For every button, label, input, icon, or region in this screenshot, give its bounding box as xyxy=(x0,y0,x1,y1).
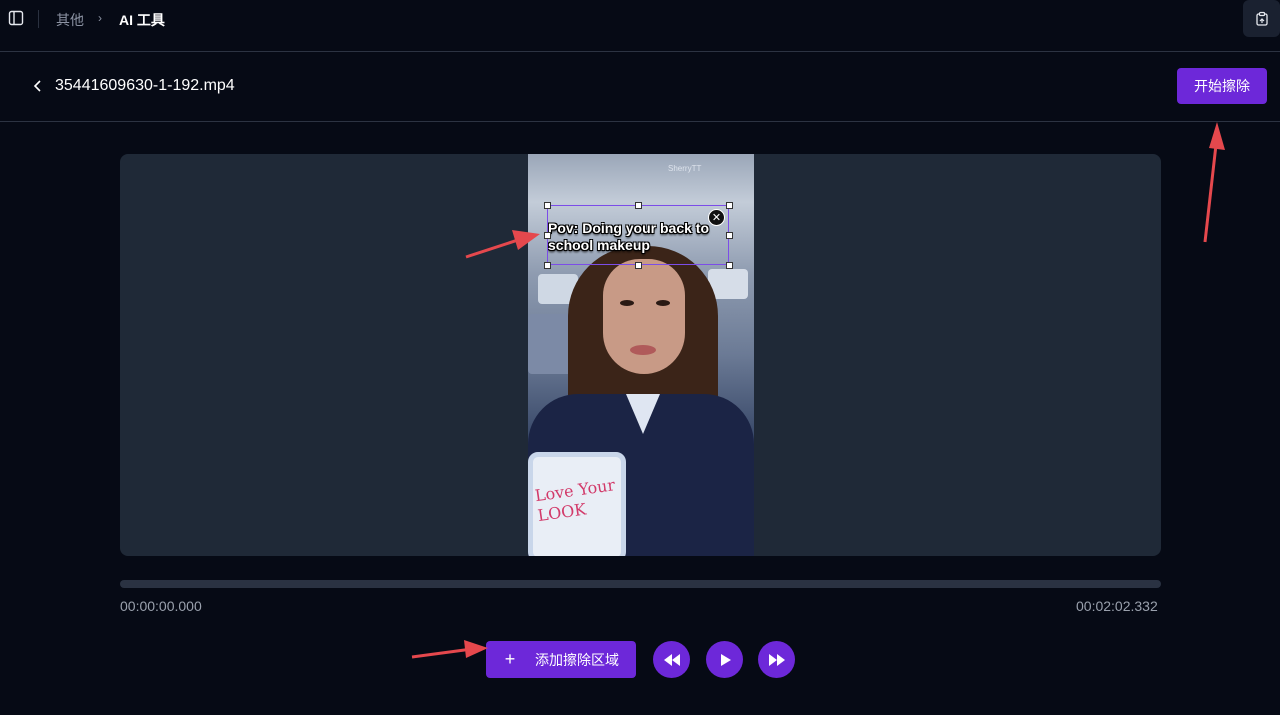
current-time: 00:00:00.000 xyxy=(120,598,202,614)
fast-forward-button[interactable] xyxy=(758,641,795,678)
breadcrumb-parent[interactable]: 其他 xyxy=(56,10,84,30)
add-erase-region-button[interactable]: + 添加擦除区域 xyxy=(486,641,636,678)
annotation-arrow xyxy=(1203,122,1225,243)
file-name: 35441609630-1-192.mp4 xyxy=(55,77,235,94)
person-eye xyxy=(620,300,634,306)
video-watermark: SherryTT xyxy=(668,164,702,173)
clipboard-icon xyxy=(1255,11,1268,26)
resize-handle[interactable] xyxy=(635,262,642,269)
divider xyxy=(0,121,1280,122)
nav-divider xyxy=(38,10,39,28)
play-icon xyxy=(720,653,731,666)
rewind-icon xyxy=(663,653,680,666)
annotation-arrow xyxy=(411,640,488,659)
plus-icon: + xyxy=(504,649,516,669)
annotation-arrow xyxy=(465,230,540,259)
resize-handle[interactable] xyxy=(726,232,733,239)
resize-handle[interactable] xyxy=(635,202,642,209)
clipboard-button[interactable] xyxy=(1243,0,1280,37)
erase-region-box[interactable] xyxy=(544,202,733,269)
remove-region-icon[interactable]: ✕ xyxy=(708,209,725,226)
resize-handle[interactable] xyxy=(726,202,733,209)
breadcrumb-separator: › xyxy=(98,11,102,25)
timeline-track[interactable] xyxy=(120,580,1161,588)
resize-handle[interactable] xyxy=(726,262,733,269)
resize-handle[interactable] xyxy=(544,232,551,239)
top-nav: 其他 › AI 工具 xyxy=(0,0,1280,38)
resize-handle[interactable] xyxy=(544,202,551,209)
total-time: 00:02:02.332 xyxy=(1076,598,1158,614)
person-face xyxy=(603,259,685,374)
fast-forward-icon xyxy=(768,653,785,666)
bus-seat xyxy=(528,314,573,374)
person-lips xyxy=(630,345,656,355)
rewind-button[interactable] xyxy=(653,641,690,678)
start-erase-button[interactable]: 开始擦除 xyxy=(1177,68,1267,104)
video-preview-panel: Love Your LOOK SherryTT Pov: Doing your … xyxy=(120,154,1161,556)
sidebar-toggle-icon[interactable] xyxy=(8,10,24,26)
video-frame[interactable]: Love Your LOOK SherryTT Pov: Doing your … xyxy=(528,154,754,556)
person-eye xyxy=(656,300,670,306)
play-button[interactable] xyxy=(706,641,743,678)
add-erase-region-label: 添加擦除区域 xyxy=(535,651,619,668)
resize-handle[interactable] xyxy=(544,262,551,269)
breadcrumb-current: AI 工具 xyxy=(119,12,165,28)
divider xyxy=(0,51,1280,52)
back-icon[interactable] xyxy=(30,78,46,94)
